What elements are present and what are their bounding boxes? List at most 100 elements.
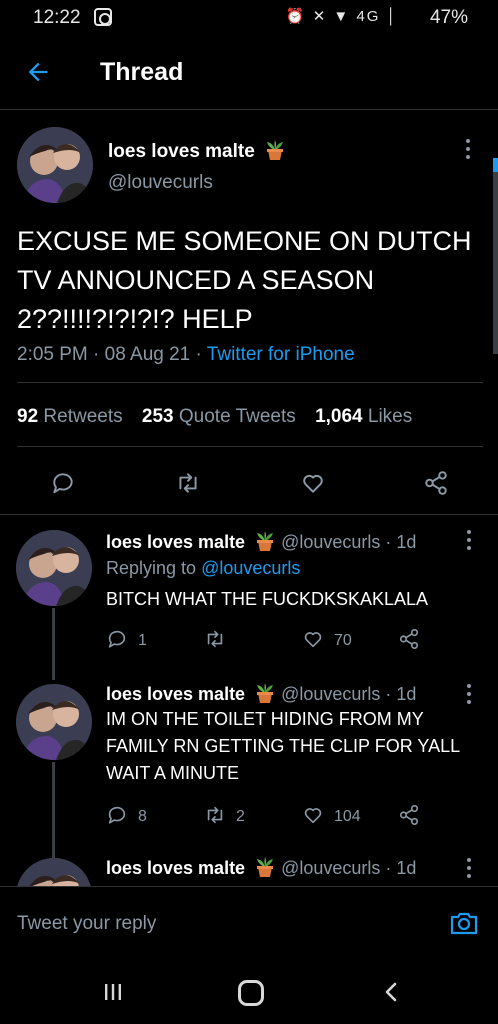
tweet-source[interactable]: Twitter for iPhone bbox=[207, 344, 355, 365]
like-count: 70 bbox=[334, 632, 352, 649]
likes-count: 1,064 bbox=[315, 406, 363, 427]
author-name-text: loes loves malte bbox=[108, 141, 255, 162]
author-name[interactable]: loes loves malte bbox=[108, 139, 286, 163]
meta-separator: · bbox=[380, 858, 397, 878]
thread-connector-line bbox=[52, 762, 55, 858]
potted-plant-emoji-icon bbox=[257, 531, 274, 551]
avatar[interactable] bbox=[17, 127, 93, 203]
reply-age: 1d bbox=[396, 532, 417, 552]
avatar-photo bbox=[17, 127, 93, 203]
reply-count: 1 bbox=[138, 632, 147, 649]
retweet-button[interactable]: 2 bbox=[204, 804, 245, 826]
reply-icon bbox=[108, 806, 126, 824]
more-options-icon[interactable] bbox=[466, 684, 472, 706]
replying-to-handle[interactable]: @louvecurls bbox=[201, 558, 300, 578]
reply-count: 8 bbox=[138, 808, 147, 825]
reply-tweet[interactable]: loes loves malte @louvecurls · 1d bbox=[0, 850, 498, 886]
retweets-label: Retweets bbox=[43, 406, 123, 427]
likes-stat[interactable]: 1,064 Likes bbox=[315, 406, 412, 427]
reply-age: 1d bbox=[396, 858, 417, 878]
reply-author-name: loes loves malte bbox=[106, 532, 246, 552]
tweet-time: 2:05 PM bbox=[17, 344, 88, 365]
reply-author-name: loes loves malte bbox=[106, 858, 246, 878]
share-icon[interactable] bbox=[423, 470, 449, 496]
tweet-meta: 2:05 PM · 08 Aug 21 · Twitter for iPhone bbox=[17, 344, 355, 366]
camera-icon[interactable] bbox=[448, 907, 480, 939]
battery-level: 47% bbox=[429, 7, 468, 28]
potted-plant-emoji-icon bbox=[257, 683, 274, 703]
divider bbox=[17, 446, 483, 447]
share-icon bbox=[399, 629, 419, 649]
meta-separator: · bbox=[195, 344, 207, 365]
reply-author-name: loes loves malte bbox=[106, 684, 246, 704]
tweet-stats: 92 Retweets 253 Quote Tweets 1,064 Likes bbox=[17, 406, 426, 428]
reply-input[interactable]: Tweet your reply bbox=[17, 913, 156, 935]
thread-connector-line bbox=[52, 608, 55, 680]
avatar-photo bbox=[16, 858, 92, 886]
reply-icon[interactable] bbox=[50, 470, 76, 496]
retweet-icon bbox=[207, 630, 223, 648]
share-button[interactable] bbox=[398, 628, 420, 650]
avatar[interactable] bbox=[16, 684, 92, 760]
meta-separator: · bbox=[380, 684, 397, 704]
reply-button[interactable]: 8 bbox=[106, 804, 147, 826]
reply-handle: @louvecurls bbox=[281, 684, 381, 704]
quotes-label: Quote Tweets bbox=[178, 406, 296, 427]
share-button[interactable] bbox=[398, 804, 420, 826]
scroll-indicator[interactable] bbox=[493, 158, 498, 354]
like-count: 104 bbox=[334, 808, 361, 825]
reply-author[interactable]: loes loves malte @louvecurls · 1d bbox=[106, 856, 416, 879]
like-heart-icon[interactable] bbox=[300, 470, 326, 496]
reply-icon bbox=[108, 630, 126, 648]
reply-text: IM ON THE TOILET HIDING FROM MY FAMILY R… bbox=[106, 709, 460, 783]
author-handle[interactable]: @louvecurls bbox=[108, 172, 213, 194]
replying-to: Replying to @louvecurls bbox=[106, 558, 300, 579]
like-button[interactable]: 104 bbox=[302, 804, 361, 826]
reply-handle: @louvecurls bbox=[281, 532, 381, 552]
avatar[interactable] bbox=[16, 858, 92, 886]
retweet-icon bbox=[207, 806, 223, 824]
retweets-count: 92 bbox=[17, 406, 39, 427]
recent-apps-icon[interactable] bbox=[101, 980, 125, 1004]
more-options-icon[interactable] bbox=[466, 858, 472, 880]
tweet-text: EXCUSE ME SOMEONE ON DUTCH TV ANNOUNCED … bbox=[17, 226, 472, 334]
retweet-icon[interactable] bbox=[175, 470, 201, 496]
potted-plant-emoji-icon bbox=[257, 857, 274, 877]
like-heart-icon bbox=[304, 808, 322, 824]
reply-composer-bar: Tweet your reply bbox=[0, 886, 498, 962]
reply-age: 1d bbox=[396, 684, 417, 704]
retweets-stat[interactable]: 92 Retweets bbox=[17, 406, 123, 427]
retweet-count: 2 bbox=[236, 808, 245, 825]
avatar[interactable] bbox=[16, 530, 92, 606]
quotes-stat[interactable]: 253 Quote Tweets bbox=[142, 406, 296, 427]
reply-button[interactable]: 1 bbox=[106, 628, 147, 650]
avatar-photo bbox=[16, 684, 92, 760]
reply-author[interactable]: loes loves malte @louvecurls · 1d bbox=[106, 530, 416, 553]
reply-text: BITCH WHAT THE FUCKDKSKAKLALA bbox=[106, 589, 429, 609]
top-app-bar: Thread bbox=[0, 36, 498, 110]
share-icon bbox=[399, 805, 419, 825]
reply-author[interactable]: loes loves malte @louvecurls · 1d bbox=[106, 682, 416, 705]
retweet-button[interactable] bbox=[204, 628, 236, 650]
likes-label: Likes bbox=[367, 406, 413, 427]
system-back-icon[interactable] bbox=[380, 980, 404, 1004]
home-button-icon[interactable] bbox=[238, 980, 264, 1006]
replying-prefix: Replying to bbox=[106, 558, 197, 578]
like-button[interactable]: 70 bbox=[302, 628, 352, 650]
avatar-photo bbox=[16, 530, 92, 606]
divider bbox=[17, 382, 483, 383]
meta-separator: · bbox=[380, 532, 397, 552]
camera-notification-icon bbox=[94, 8, 112, 26]
meta-separator: · bbox=[93, 344, 105, 365]
like-heart-icon bbox=[304, 632, 322, 648]
more-options-icon[interactable] bbox=[465, 139, 471, 161]
system-navigation-bar bbox=[0, 962, 498, 1024]
quotes-count: 253 bbox=[141, 406, 174, 427]
status-time: 12:22 bbox=[33, 7, 81, 28]
back-arrow-icon[interactable] bbox=[24, 58, 52, 86]
tweet-actions bbox=[0, 460, 498, 510]
status-bar: 12:22 ⏰ ✕ ▼ 4G │ 47% bbox=[0, 0, 498, 36]
potted-plant-emoji-icon bbox=[267, 140, 284, 160]
page-title: Thread bbox=[100, 58, 184, 86]
more-options-icon[interactable] bbox=[466, 530, 472, 552]
